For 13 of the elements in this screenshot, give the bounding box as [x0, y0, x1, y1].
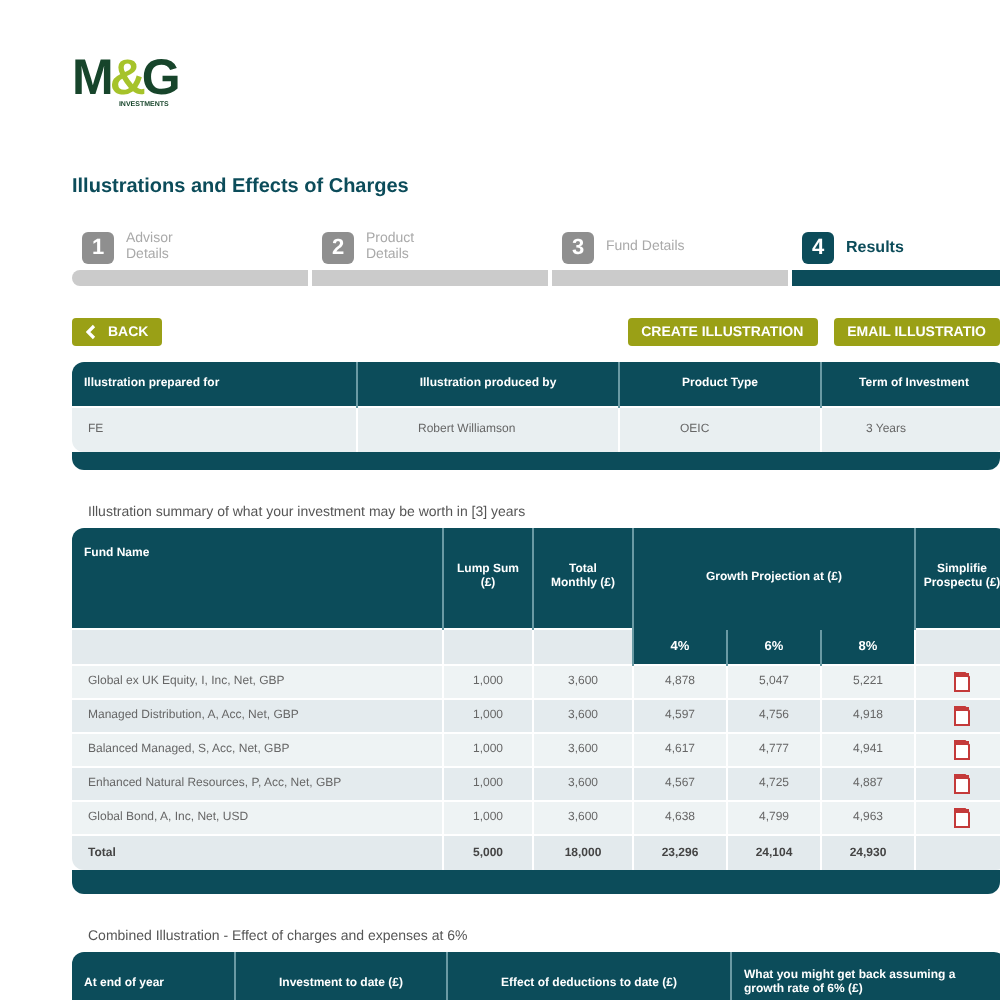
pdf-document-icon[interactable] — [954, 672, 970, 692]
step-number: 4 — [802, 232, 834, 264]
pdf-document-icon[interactable] — [954, 808, 970, 828]
step-number: 3 — [562, 232, 594, 264]
step-label: Results — [846, 238, 904, 258]
step-number: 1 — [82, 232, 114, 264]
page-title: Illustrations and Effects of Charges — [72, 176, 411, 198]
pdf-document-icon[interactable] — [954, 774, 970, 794]
pdf-document-icon[interactable] — [954, 740, 970, 760]
chevron-left-icon — [86, 324, 96, 340]
pdf-document-icon[interactable] — [954, 706, 970, 726]
step-number: 2 — [322, 232, 354, 264]
wizard-step[interactable]: 4 Results — [792, 230, 1000, 286]
